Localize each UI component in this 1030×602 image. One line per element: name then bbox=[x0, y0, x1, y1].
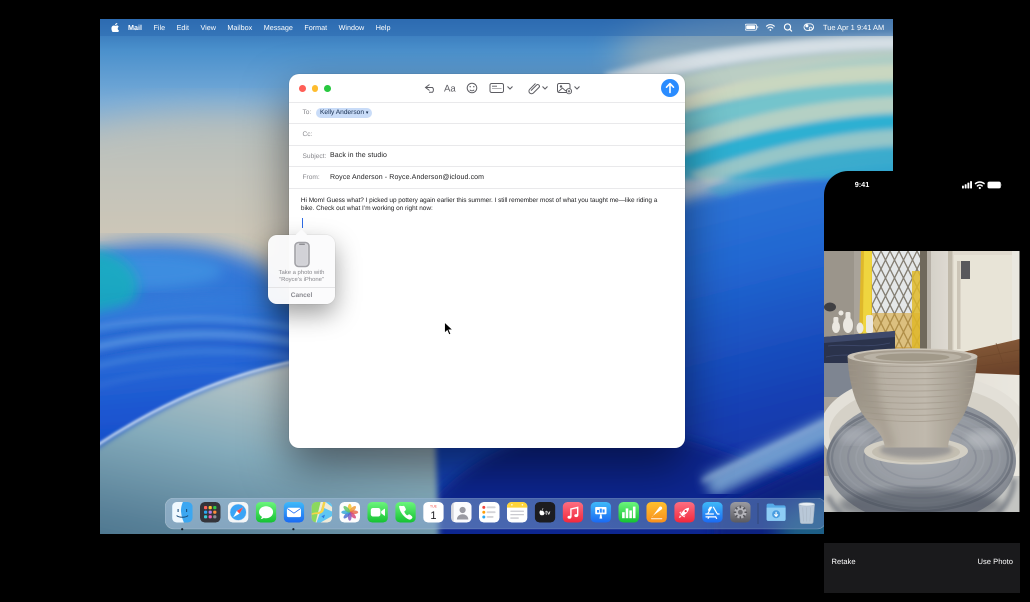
svg-text:9:41 AM: 9:41 AM bbox=[857, 23, 884, 32]
svg-text:Tue Apr 1: Tue Apr 1 bbox=[823, 23, 855, 32]
svg-text:tv: tv bbox=[545, 510, 551, 516]
svg-text:1: 1 bbox=[430, 510, 436, 522]
svg-text:TUE: TUE bbox=[430, 505, 438, 509]
svg-text:Aa: Aa bbox=[444, 84, 456, 95]
